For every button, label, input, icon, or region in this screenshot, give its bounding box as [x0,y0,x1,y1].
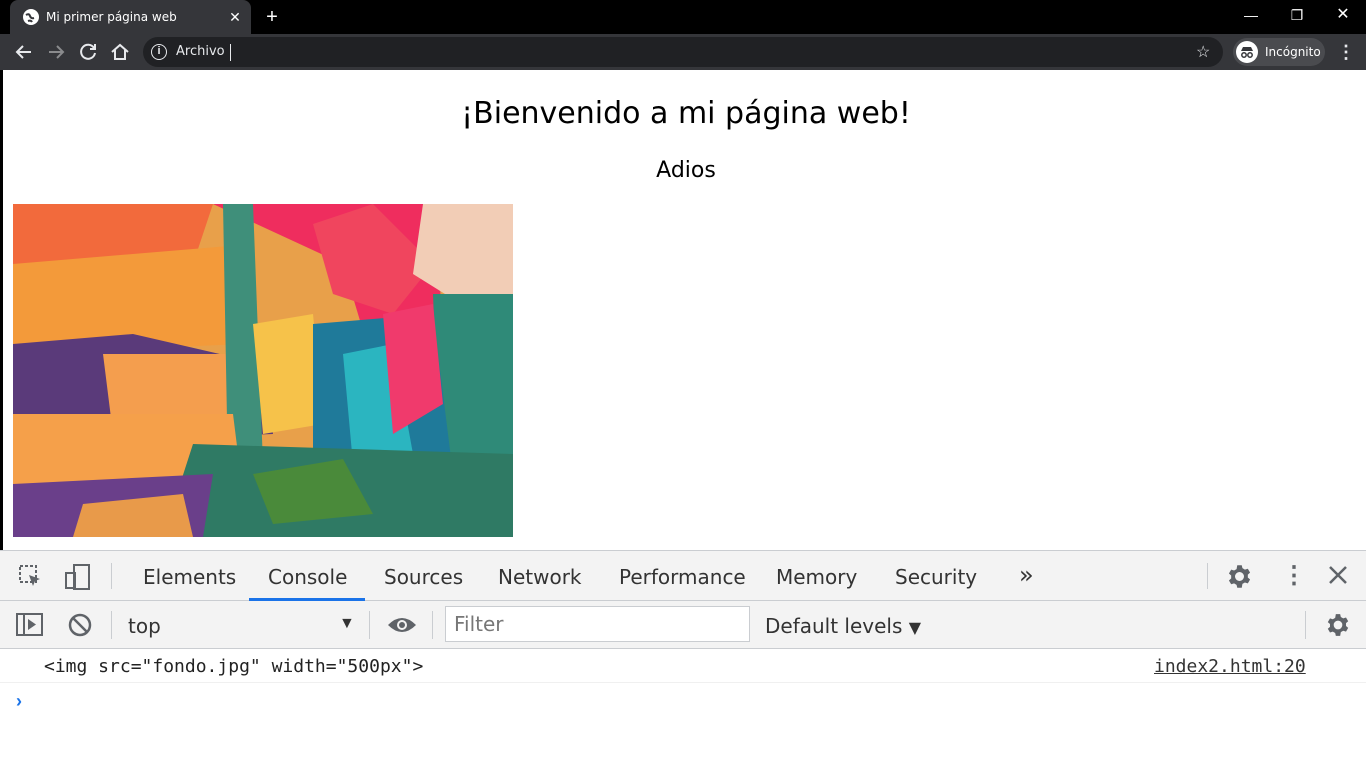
address-text: Archivo [176,44,225,59]
close-devtools-icon[interactable] [1326,563,1350,592]
inspect-element-icon[interactable] [18,564,44,595]
devtools-tabbar: Elements Console Sources Network Perform… [0,551,1366,601]
new-tab-button[interactable]: + [261,5,283,29]
home-icon[interactable] [108,40,132,64]
tab-title: Mi primer página web [46,10,177,24]
dropdown-arrow-icon[interactable]: ▼ [339,615,355,633]
tab-sources[interactable]: Sources [384,565,463,589]
browser-tab[interactable]: Mi primer página web ✕ [10,0,251,34]
browser-toolbar: i Archivo ☆ Incógnito ⋮ [0,34,1366,70]
clear-console-icon[interactable] [68,613,92,642]
minimize-window-icon[interactable]: — [1228,0,1274,30]
back-arrow-icon[interactable] [12,40,36,64]
toolbar-divider [1207,563,1208,589]
address-bar[interactable]: i Archivo ☆ [143,37,1223,67]
bookmark-star-icon[interactable]: ☆ [1196,42,1210,62]
dropdown-arrow-icon: ▼ [908,618,922,637]
tab-strip: Mi primer página web ✕ + — ❐ ✕ [0,0,1366,34]
incognito-icon [1236,41,1258,63]
tab-security[interactable]: Security [895,565,977,589]
context-select[interactable]: top [128,614,161,638]
close-window-icon[interactable]: ✕ [1320,0,1366,30]
tab-network[interactable]: Network [498,565,582,589]
page-heading: ¡Bienvenido a mi página web! [461,96,911,131]
restore-window-icon[interactable]: ❐ [1274,0,1320,30]
console-log-row[interactable]: <img src="fondo.jpg" width="500px"> inde… [0,649,1366,683]
incognito-badge[interactable]: Incógnito [1233,38,1325,66]
text-cursor [230,44,231,61]
toolbar-divider [369,611,370,639]
reload-icon[interactable] [76,40,100,64]
globe-icon [23,9,39,25]
log-levels-label: Default levels [765,614,903,638]
toolbar-divider [432,611,433,639]
page-subheading: Adios [656,158,716,183]
device-toolbar-icon[interactable] [64,563,92,596]
console-message[interactable]: <img src="fondo.jpg" width="500px"> [44,656,423,677]
devtools-panel: Elements Console Sources Network Perform… [0,550,1366,768]
tab-console[interactable]: Console [268,565,347,589]
settings-gear-icon[interactable] [1226,563,1253,595]
console-settings-gear-icon[interactable] [1325,612,1351,643]
web-page: ¡Bienvenido a mi página web! Adios [0,70,1366,550]
console-prompt-icon[interactable]: › [16,691,22,712]
toolbar-divider [1305,611,1306,639]
tab-elements[interactable]: Elements [143,565,236,589]
incognito-label: Incógnito [1265,45,1321,59]
devtools-menu-icon[interactable]: ⋮ [1282,561,1306,590]
show-sidebar-icon[interactable] [16,613,44,642]
info-icon[interactable]: i [151,44,167,60]
browser-menu-icon[interactable]: ⋮ [1337,42,1355,62]
painting-image [13,204,513,537]
toolbar-divider [111,563,112,589]
close-tab-icon[interactable]: ✕ [225,7,245,27]
forward-arrow-icon[interactable] [44,40,68,64]
log-levels-select[interactable]: Default levels ▼ [765,614,921,638]
console-source-link[interactable]: index2.html:20 [1154,656,1306,677]
toolbar-divider [111,611,112,639]
console-toolbar: top ▼ Default levels ▼ [0,601,1366,649]
filter-input[interactable] [445,606,750,642]
tab-performance[interactable]: Performance [619,565,746,589]
live-expression-eye-icon[interactable] [387,615,417,640]
tab-memory[interactable]: Memory [776,565,857,589]
more-tabs-icon[interactable]: » [1019,561,1034,589]
